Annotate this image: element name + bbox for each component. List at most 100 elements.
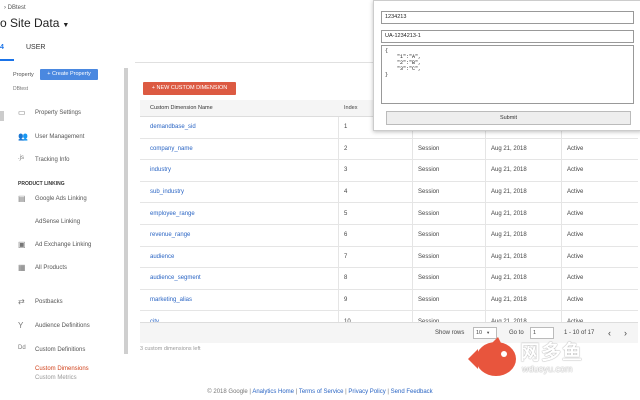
dimension-index: 7	[344, 253, 348, 260]
new-custom-dimension-button[interactable]: + NEW CUSTOM DIMENSION	[143, 82, 236, 95]
nav-custom-metrics[interactable]: Custom Metrics	[35, 375, 77, 381]
postbacks-icon: ⇄	[18, 297, 25, 306]
column-divider	[561, 224, 562, 246]
property-name[interactable]: DBtest	[13, 86, 28, 92]
dimension-index: 8	[344, 275, 348, 282]
nav-adsense-linking[interactable]: AdSense Linking	[0, 217, 125, 229]
nav-tracking-info[interactable]: .js Tracking Info	[0, 155, 125, 167]
dimension-state: Active	[567, 253, 584, 260]
footer-link-terms[interactable]: Terms of Service	[299, 389, 344, 395]
watermark-url: wduoyu.com	[522, 364, 573, 374]
dd-icon: Dd	[18, 345, 26, 351]
dimension-name-link[interactable]: employee_range	[150, 211, 195, 217]
footer-separator: |	[345, 389, 347, 395]
audience-icon: Y	[18, 321, 24, 330]
breadcrumb[interactable]: › DBtest	[4, 5, 26, 11]
dimension-name-link[interactable]: demandbase_sid	[150, 124, 196, 130]
column-divider	[485, 181, 486, 203]
products-icon: ▦	[18, 263, 26, 272]
nav-user-management[interactable]: 👥 User Management	[0, 132, 125, 144]
nav-google-ads-linking[interactable]: ▤ Google Ads Linking	[0, 194, 125, 206]
col-header-index[interactable]: Index	[344, 105, 357, 111]
popup-tracking-id-field[interactable]	[381, 30, 634, 43]
popup-id-field[interactable]	[381, 11, 634, 24]
tab-user[interactable]: USER	[26, 44, 45, 51]
table-row: audience_segment 8 Session Aug 21, 2018 Acti…	[140, 268, 638, 290]
dimension-scope: Session	[418, 275, 440, 282]
table-row: audience 7 Session Aug 21, 2018 Active	[140, 246, 638, 269]
tracking-icon: .js	[18, 155, 24, 161]
popup-submit-button[interactable]: Submit	[386, 111, 631, 125]
column-divider	[338, 224, 339, 246]
breadcrumb-text[interactable]: DBtest	[8, 5, 26, 11]
show-rows-label: Show rows	[435, 330, 465, 336]
column-divider	[338, 160, 339, 181]
nav-label: Postbacks	[35, 299, 63, 305]
column-divider	[338, 203, 339, 224]
column-divider	[485, 160, 486, 181]
dimension-index: 1	[344, 124, 348, 131]
column-divider	[412, 181, 413, 203]
column-divider	[412, 138, 413, 160]
column-divider	[412, 160, 413, 181]
dimension-scope: Session	[418, 189, 440, 196]
dimension-index: 5	[344, 210, 348, 217]
column-divider	[338, 181, 339, 203]
dimension-date: Aug 21, 2018	[491, 297, 527, 304]
column-divider	[338, 138, 339, 160]
nav-postbacks[interactable]: ⇄ Postbacks	[0, 297, 125, 309]
column-divider	[485, 138, 486, 160]
create-property-button[interactable]: + Create Property	[40, 69, 98, 80]
dimension-name-link[interactable]: audience_segment	[150, 275, 201, 281]
dimension-scope: Session	[418, 297, 440, 304]
dimension-name-link[interactable]: company_name	[150, 146, 193, 152]
nav-custom-dimensions[interactable]: Custom Dimensions	[35, 366, 89, 372]
nav-label: Audience Definitions	[35, 323, 90, 329]
nav-audience-definitions[interactable]: Y Audience Definitions	[0, 321, 125, 333]
column-divider	[561, 138, 562, 160]
users-icon: 👥	[18, 132, 28, 141]
column-divider	[485, 203, 486, 224]
copyright: © 2018 Google	[207, 389, 248, 395]
column-divider	[412, 289, 413, 311]
table-row: marketing_alias 9 Session Aug 21, 2018 Activ…	[140, 289, 638, 312]
popup-json-textarea[interactable]: { "1":"A", "2":"B", "3":"C", }	[381, 45, 634, 104]
dimension-state: Active	[567, 275, 584, 282]
footer-link-privacy[interactable]: Privacy Policy	[348, 389, 385, 395]
dimension-state: Active	[567, 232, 584, 239]
left-scrollbar[interactable]	[124, 68, 128, 354]
dimension-name-link[interactable]: sub_industry	[150, 189, 184, 195]
tab-admin[interactable]: 4	[0, 44, 4, 51]
dimension-name-link[interactable]: audience	[150, 254, 174, 260]
footer-link-feedback[interactable]: Send Feedback	[391, 389, 433, 395]
table-row: sub_industry 4 Session Aug 21, 2018 Active	[140, 181, 638, 204]
dimension-date: Aug 21, 2018	[491, 145, 527, 152]
col-header-name[interactable]: Custom Dimension Name	[150, 105, 213, 111]
column-divider	[561, 160, 562, 181]
custom-dimensions-table: Custom Dimension Name Index demandbase_s…	[140, 100, 638, 333]
column-divider	[338, 117, 339, 138]
table-row: revenue_range 6 Session Aug 21, 2018 Active	[140, 224, 638, 247]
dimension-scope: Session	[418, 232, 440, 239]
fish-icon	[468, 337, 516, 376]
dimension-date: Aug 21, 2018	[491, 167, 527, 174]
product-linking-heading: PRODUCT LINKING	[18, 181, 65, 187]
dimension-date: Aug 21, 2018	[491, 210, 527, 217]
column-divider	[485, 268, 486, 289]
dimension-date: Aug 21, 2018	[491, 253, 527, 260]
nav-ad-exchange-linking[interactable]: ▣ Ad Exchange Linking	[0, 240, 125, 252]
nav-custom-definitions[interactable]: Dd Custom Definitions	[0, 345, 125, 357]
dimension-state: Active	[567, 189, 584, 196]
nav-all-products[interactable]: ▦ All Products	[0, 263, 125, 275]
caret-down-icon[interactable]: ▼	[62, 22, 69, 29]
column-divider	[412, 268, 413, 289]
page-title[interactable]: o Site Data ▼	[0, 16, 69, 30]
dimension-name-link[interactable]: marketing_alias	[150, 297, 192, 303]
dimension-state: Active	[567, 167, 584, 174]
dimension-scope: Session	[418, 167, 440, 174]
dimension-name-link[interactable]: revenue_range	[150, 232, 190, 238]
nav-property-settings[interactable]: ▭ Property Settings	[0, 108, 125, 120]
footer-link-analytics-home[interactable]: Analytics Home	[252, 389, 294, 395]
column-divider	[412, 224, 413, 246]
dimension-name-link[interactable]: industry	[150, 167, 171, 173]
